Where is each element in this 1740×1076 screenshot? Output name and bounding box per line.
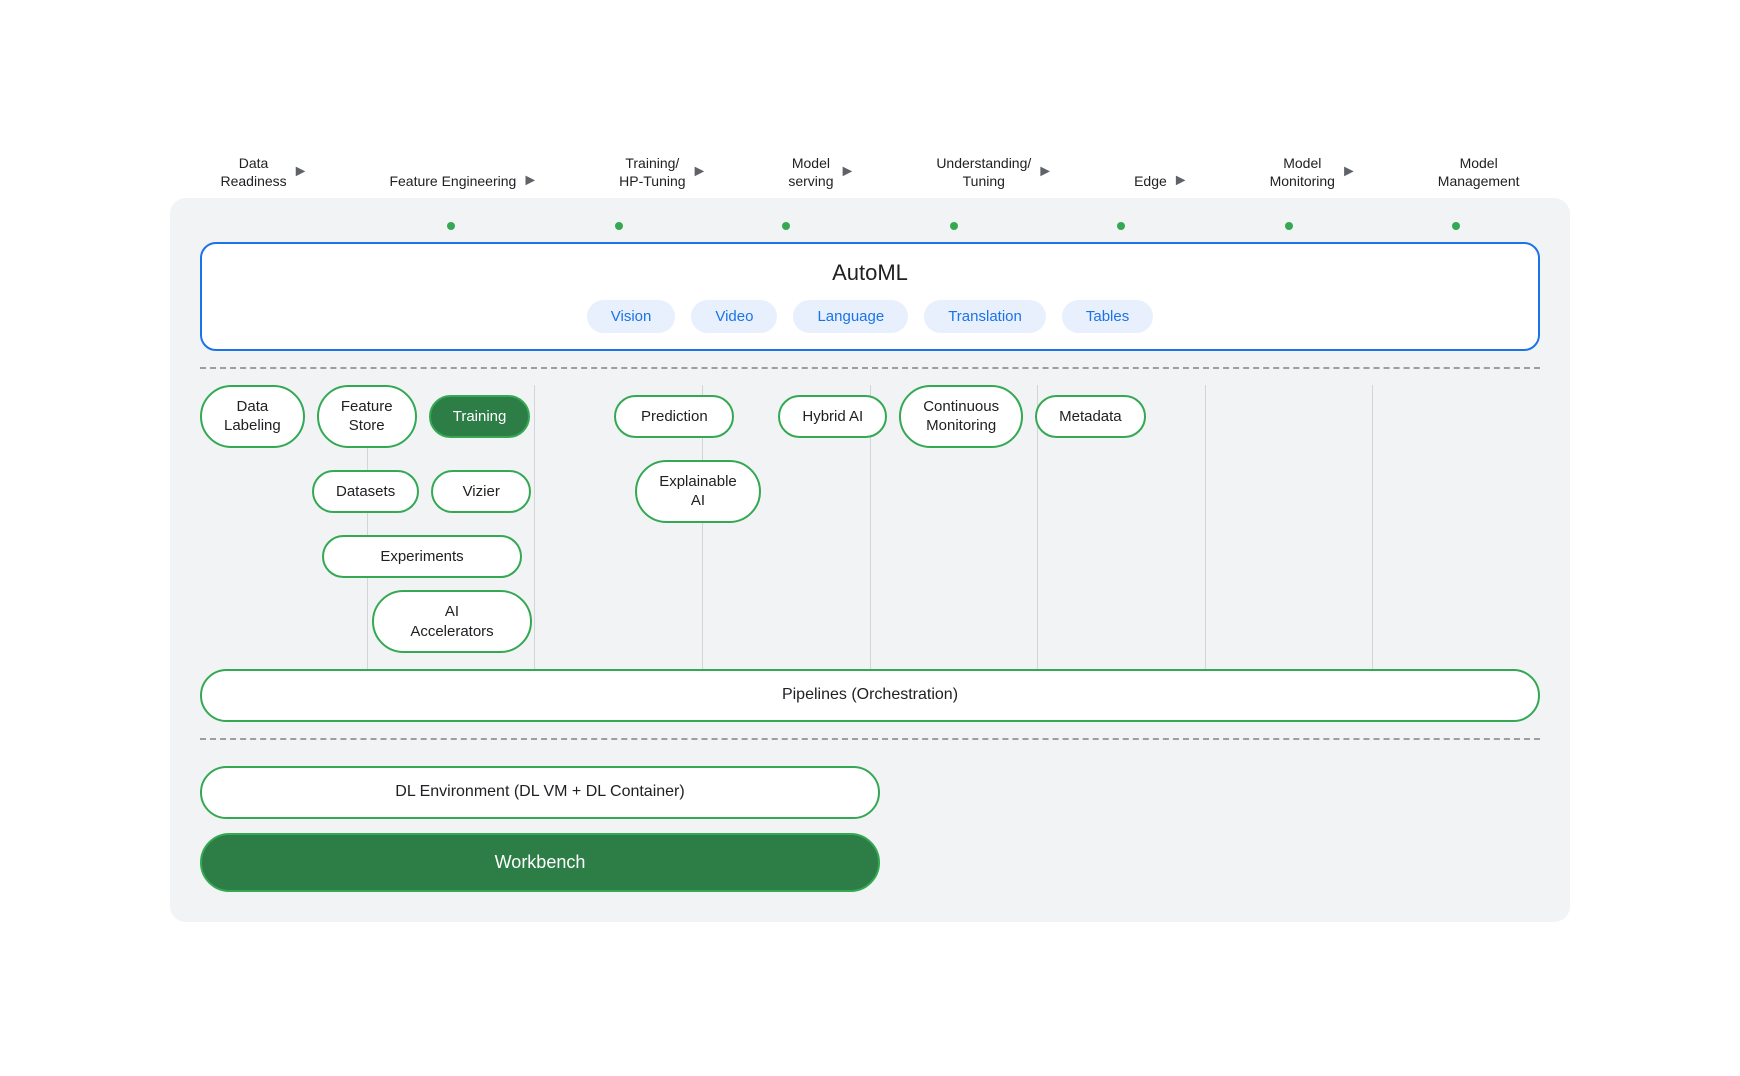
col-marker-5	[1038, 222, 1206, 234]
arrow-icon: ►	[293, 163, 309, 181]
col-marker-3	[703, 222, 871, 234]
arrow-icon: ►	[840, 163, 856, 181]
pill-workbench[interactable]: Workbench	[200, 833, 880, 892]
pill-dl-environment[interactable]: DL Environment (DL VM + DL Container)	[200, 766, 880, 819]
pill-metadata[interactable]: Metadata	[1035, 395, 1146, 439]
step-label: Edge	[1134, 172, 1167, 190]
dashed-divider-top	[200, 367, 1540, 369]
pill-vizier[interactable]: Vizier	[431, 470, 531, 514]
step-label: Training/HP-Tuning	[619, 154, 685, 190]
automl-box: AutoML Vision Video Language Translation…	[200, 242, 1540, 351]
pill-ai-accelerators[interactable]: AIAccelerators	[372, 590, 532, 653]
pill-training[interactable]: Training	[429, 395, 531, 439]
diagram-wrapper: DataReadiness ► Feature Engineering ► Tr…	[170, 154, 1570, 923]
col-marker-2	[535, 222, 703, 234]
dot-marker	[1452, 222, 1460, 230]
col-marker-6	[1205, 222, 1373, 234]
step-model-monitoring: ModelMonitoring ►	[1270, 154, 1357, 190]
step-label: ModelManagement	[1438, 154, 1520, 190]
dot-marker	[950, 222, 958, 230]
main-content: DataLabeling FeatureStore Training Predi…	[200, 385, 1540, 722]
pill-feature-store[interactable]: FeatureStore	[317, 385, 417, 448]
step-label: DataReadiness	[220, 154, 286, 190]
automl-pill-language[interactable]: Language	[793, 300, 908, 333]
arrow-icon: ►	[1341, 163, 1357, 181]
arrow-icon: ►	[1173, 172, 1189, 190]
col-marker-1	[368, 222, 536, 234]
pill-pipelines[interactable]: Pipelines (Orchestration)	[200, 669, 1540, 722]
step-label: Modelserving	[788, 154, 833, 190]
col-markers	[200, 222, 1540, 242]
automl-pill-video[interactable]: Video	[691, 300, 777, 333]
arrow-icon: ►	[1037, 163, 1053, 181]
step-feature-engineering: Feature Engineering ►	[389, 172, 538, 190]
pill-data-labeling[interactable]: DataLabeling	[200, 385, 305, 448]
dot-marker	[1117, 222, 1125, 230]
step-data-readiness: DataReadiness ►	[220, 154, 308, 190]
arrow-icon: ►	[692, 163, 708, 181]
automl-pill-translation[interactable]: Translation	[924, 300, 1046, 333]
dot-marker	[615, 222, 623, 230]
bottom-section: DL Environment (DL VM + DL Container) Wo…	[200, 756, 1540, 892]
pill-continuous-monitoring[interactable]: ContinuousMonitoring	[899, 385, 1023, 448]
step-understanding: Understanding/Tuning ►	[936, 154, 1053, 190]
step-label: ModelMonitoring	[1270, 154, 1335, 190]
dashed-divider-bottom	[200, 738, 1540, 740]
pill-hybrid-ai[interactable]: Hybrid AI	[778, 395, 887, 439]
arrow-icon: ►	[522, 172, 538, 190]
step-label: Understanding/Tuning	[936, 154, 1031, 190]
step-edge: Edge ►	[1134, 172, 1189, 190]
col-marker-4	[870, 222, 1038, 234]
automl-pills: Vision Video Language Translation Tables	[226, 300, 1514, 333]
dot-marker	[1285, 222, 1293, 230]
step-model-management: ModelManagement	[1438, 154, 1520, 190]
dot-marker	[782, 222, 790, 230]
col-marker-0	[200, 222, 368, 234]
pill-explainable-ai[interactable]: ExplainableAI	[635, 460, 761, 523]
step-model-serving: Modelserving ►	[788, 154, 855, 190]
dot-marker	[447, 222, 455, 230]
pill-experiments[interactable]: Experiments	[322, 535, 522, 579]
automl-pill-vision[interactable]: Vision	[587, 300, 676, 333]
pill-datasets[interactable]: Datasets	[312, 470, 419, 514]
step-training: Training/HP-Tuning ►	[619, 154, 707, 190]
top-labels-row: DataReadiness ► Feature Engineering ► Tr…	[170, 154, 1570, 198]
diagram-area: AutoML Vision Video Language Translation…	[170, 198, 1570, 922]
pill-prediction[interactable]: Prediction	[614, 395, 734, 439]
step-label: Feature Engineering	[389, 172, 516, 190]
automl-title: AutoML	[226, 260, 1514, 286]
col-marker-7	[1373, 222, 1541, 234]
automl-pill-tables[interactable]: Tables	[1062, 300, 1153, 333]
